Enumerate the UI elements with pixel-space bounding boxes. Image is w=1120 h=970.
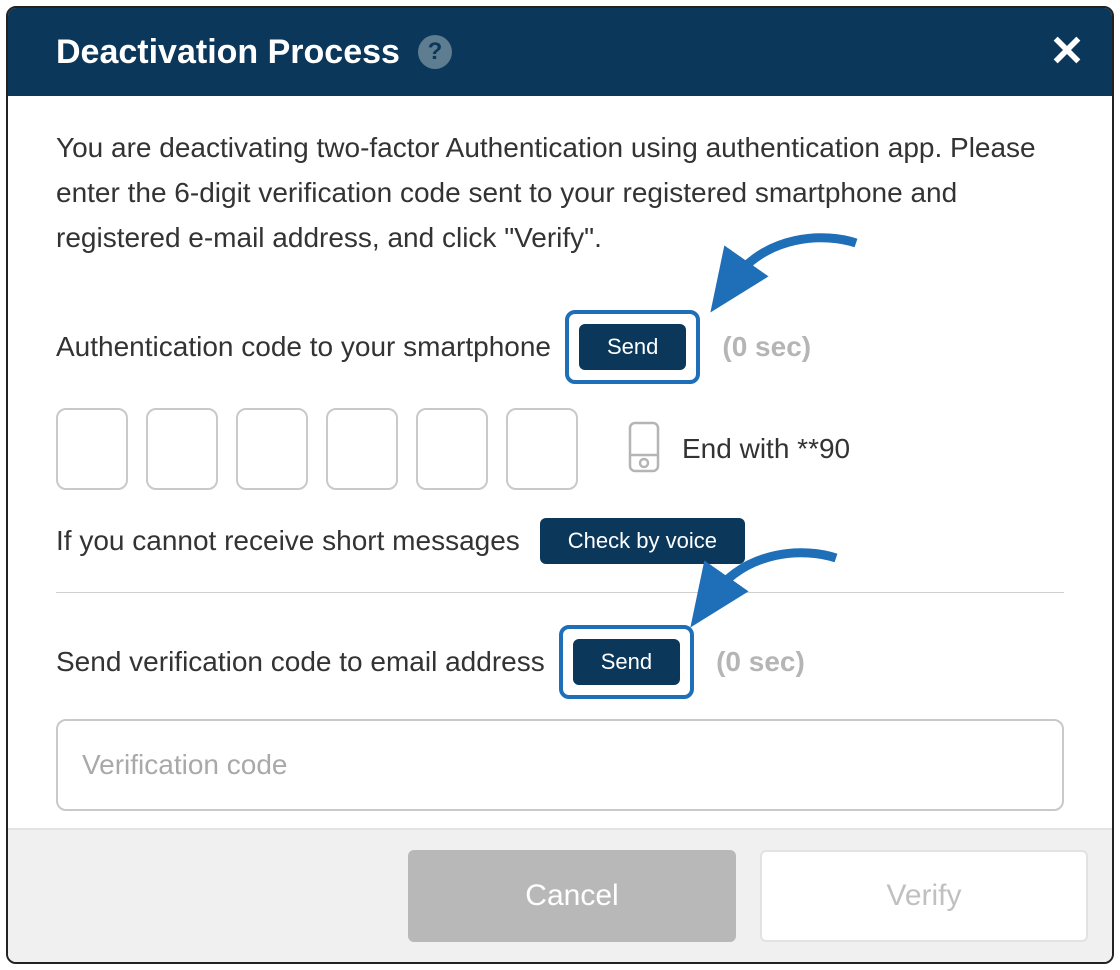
modal-footer: Cancel Verify: [8, 828, 1112, 962]
sms-label-row: Authentication code to your smartphone S…: [56, 310, 1064, 384]
sms-timer: (0 sec): [722, 331, 811, 363]
deactivation-modal: Deactivation Process ? You are deactivat…: [6, 6, 1114, 964]
email-send-button[interactable]: Send: [573, 639, 680, 685]
sms-send-highlight: Send: [565, 310, 700, 384]
modal-title: Deactivation Process: [56, 33, 400, 72]
sms-code-input-6[interactable]: [506, 408, 578, 490]
sms-label: Authentication code to your smartphone: [56, 331, 551, 363]
device-hint: End with **90: [624, 419, 850, 480]
modal-header: Deactivation Process ?: [8, 8, 1112, 96]
email-verification-input[interactable]: [56, 719, 1064, 811]
email-label-row: Send verification code to email address …: [56, 625, 1064, 699]
title-wrap: Deactivation Process ?: [56, 33, 452, 72]
phone-icon: [624, 419, 664, 480]
section-email: Send verification code to email address …: [56, 625, 1064, 811]
help-icon[interactable]: ?: [418, 35, 452, 69]
email-timer: (0 sec): [716, 646, 805, 678]
sms-code-input-4[interactable]: [326, 408, 398, 490]
verify-button[interactable]: Verify: [760, 850, 1088, 942]
voice-label: If you cannot receive short messages: [56, 525, 520, 557]
voice-row: If you cannot receive short messages Che…: [56, 518, 1064, 564]
check-by-voice-button[interactable]: Check by voice: [540, 518, 745, 564]
sms-code-input-2[interactable]: [146, 408, 218, 490]
sms-code-row: End with **90: [56, 408, 1064, 490]
sms-code-input-5[interactable]: [416, 408, 488, 490]
section-divider: [56, 592, 1064, 593]
sms-code-input-3[interactable]: [236, 408, 308, 490]
device-hint-text: End with **90: [682, 433, 850, 465]
email-send-highlight: Send: [559, 625, 694, 699]
sms-send-button[interactable]: Send: [579, 324, 686, 370]
cancel-button[interactable]: Cancel: [408, 850, 736, 942]
sms-code-input-1[interactable]: [56, 408, 128, 490]
email-label: Send verification code to email address: [56, 646, 545, 678]
intro-text: You are deactivating two-factor Authenti…: [56, 126, 1064, 260]
close-icon[interactable]: [1050, 33, 1084, 72]
modal-body: You are deactivating two-factor Authenti…: [8, 96, 1112, 828]
section-sms: Authentication code to your smartphone S…: [56, 310, 1064, 564]
